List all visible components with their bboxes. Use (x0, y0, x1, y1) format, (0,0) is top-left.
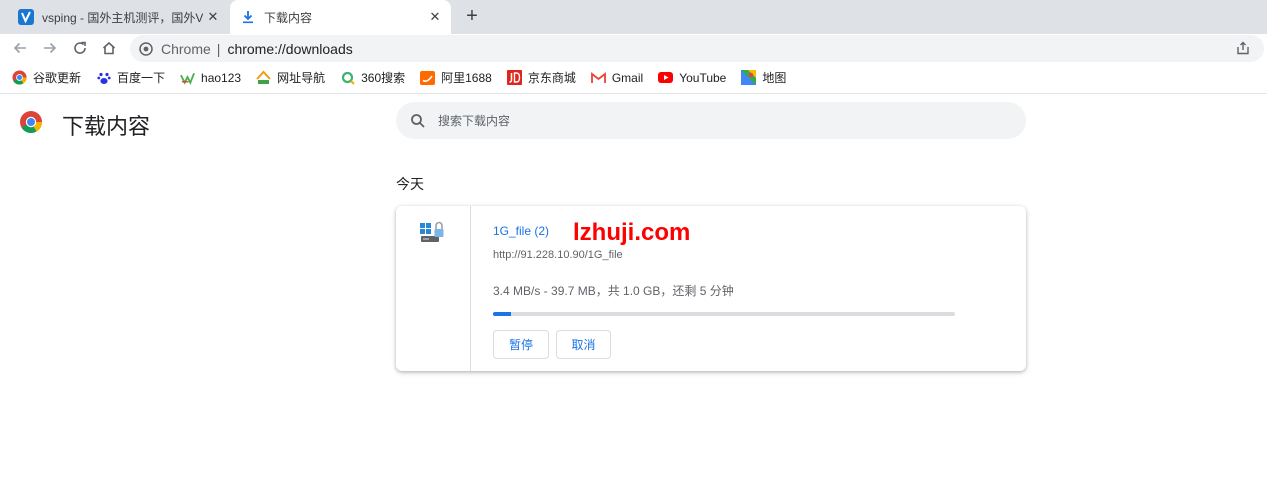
jd-icon (506, 70, 522, 85)
download-progress-fill (493, 312, 512, 316)
cancel-button[interactable]: 取消 (556, 330, 611, 359)
file-icon-column (396, 206, 471, 371)
bookmark-item[interactable]: 京东商城 (506, 69, 576, 86)
installer-file-icon (420, 221, 444, 242)
download-icon (243, 11, 253, 24)
bookmark-item[interactable]: hao123 (180, 70, 241, 85)
bookmark-item[interactable]: 阿里1688 (420, 69, 492, 86)
bookmark-item[interactable]: 网址导航 (256, 69, 325, 86)
tab-strip: vsping - 国外主机测评，国外VPS ✕ 下载内容 ✕ + (0, 0, 1267, 34)
download-progress-bar (493, 312, 955, 316)
download-file-name-link[interactable]: 1G_file (2) (493, 224, 549, 238)
omnibox-separator: | (216, 40, 221, 57)
tab-title: 下载内容 (264, 10, 313, 25)
bookmarks-bar: 谷歌更新 百度一下 hao123 网址导航 360搜索 阿里1688 京东商城 … (0, 62, 1267, 94)
bookmark-item[interactable]: YouTube (658, 70, 726, 85)
maps-icon (741, 70, 757, 85)
hao123-icon (180, 70, 195, 85)
reload-icon (74, 41, 86, 54)
bookmark-label: Gmail (611, 70, 644, 85)
new-tab-button[interactable]: + (459, 4, 485, 30)
youtube-icon (658, 70, 674, 85)
bookmark-item[interactable]: 360搜索 (340, 69, 405, 86)
bookmark-label: 地图 (762, 71, 787, 85)
arrow-left-icon (13, 42, 26, 54)
watermark-text: lzhuji.com (573, 219, 691, 246)
omnibox-url[interactable]: chrome://downloads (227, 41, 352, 57)
bookmark-label: 360搜索 (361, 71, 406, 85)
date-header: 今天 (396, 176, 424, 192)
bookmark-item[interactable]: Gmail (590, 70, 644, 85)
search-bar[interactable] (396, 102, 1026, 139)
reload-button[interactable] (69, 37, 91, 59)
share-icon[interactable] (1236, 41, 1250, 55)
tab-close-icon[interactable]: ✕ (425, 9, 445, 25)
2345-icon (256, 70, 271, 85)
chrome-icon (12, 70, 27, 85)
bookmark-label: 百度一下 (117, 71, 166, 85)
address-bar[interactable]: Chrome | chrome://downloads (130, 35, 1264, 62)
download-progress-text: 3.4 MB/s - 39.7 MB，共 1.0 GB，还剩 5 分钟 (493, 284, 734, 298)
bookmark-label: 网址导航 (277, 71, 326, 85)
bookmark-item[interactable]: 百度一下 (96, 69, 165, 86)
tab-title: vsping - 国外主机测评，国外VPS (42, 10, 203, 25)
360-search-icon (340, 70, 355, 85)
forward-button[interactable] (39, 37, 61, 59)
bookmark-label: 阿里1688 (441, 71, 492, 85)
bookmark-item[interactable]: 谷歌更新 (12, 69, 81, 86)
arrow-right-icon (44, 42, 57, 54)
alibaba-1688-icon (420, 70, 436, 85)
toolbar: Chrome | chrome://downloads (0, 34, 1267, 62)
home-button[interactable] (98, 37, 120, 59)
back-button[interactable] (9, 37, 31, 59)
bookmark-label: 谷歌更新 (33, 71, 82, 85)
baidu-paw-icon (96, 70, 111, 85)
pause-button[interactable]: 暂停 (493, 330, 549, 359)
chrome-logo-icon (20, 111, 42, 133)
bookmark-label: hao123 (201, 70, 242, 85)
vsping-favicon-icon (18, 9, 34, 25)
bookmark-item[interactable]: 地图 (741, 69, 786, 86)
search-input[interactable] (438, 113, 998, 128)
tab-downloads[interactable]: 下载内容 ✕ (230, 0, 451, 34)
bookmark-label: 京东商城 (527, 71, 576, 85)
download-item-card: 1G_file (2) lzhuji.com http://91.228.10.… (396, 206, 1026, 371)
search-icon (411, 113, 425, 128)
chrome-site-icon (139, 41, 153, 56)
gmail-icon (590, 70, 606, 85)
bookmark-label: YouTube (679, 70, 727, 85)
page-title: 下载内容 (62, 114, 151, 139)
download-source-url[interactable]: http://91.228.10.90/1G_file (493, 249, 623, 261)
omnibox-chrome-label: Chrome (161, 40, 211, 57)
tab-close-icon[interactable]: ✕ (203, 9, 223, 25)
tab-vsping[interactable]: vsping - 国外主机测评，国外VPS ✕ (8, 0, 229, 34)
home-icon (102, 41, 116, 55)
